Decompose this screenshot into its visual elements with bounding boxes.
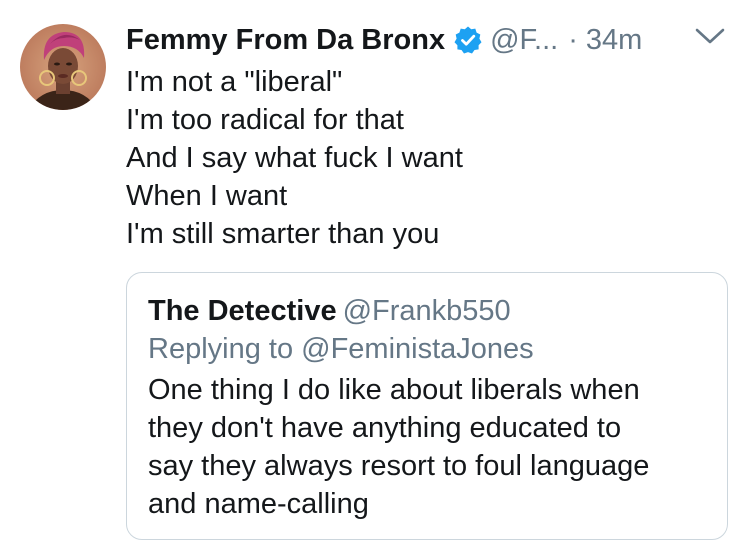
tweet-text-line: I'm too radical for that xyxy=(126,104,404,136)
tweet-header: Femmy From Da Bronx @F... · 34m xyxy=(126,20,642,60)
tweet-text-line: I'm still smarter than you xyxy=(126,218,440,250)
handle[interactable]: @F... xyxy=(490,24,558,57)
tweet-text-line: When I want xyxy=(126,180,288,212)
avatar[interactable] xyxy=(20,24,106,110)
quoted-text-line: they don't have anything educated to xyxy=(148,412,622,444)
timestamp[interactable]: 34m xyxy=(586,24,642,57)
tweet-text-line: And I say what fuck I want xyxy=(126,142,463,174)
quoted-handle: @Frankb550 xyxy=(342,295,511,327)
quoted-tweet-text: One thing I do like about liberals when … xyxy=(148,371,718,523)
separator-dot: · xyxy=(568,23,578,56)
quoted-display-name: The Detective xyxy=(148,295,337,327)
tweet-text-line: I'm not a "liberal" xyxy=(126,66,343,98)
quoted-text-line: say they always resort to foul language xyxy=(148,450,650,482)
tweet-text: I'm not a "liberal" I'm too radical for … xyxy=(126,63,726,253)
quoted-text-line: and name-calling xyxy=(148,488,369,520)
chevron-down-icon[interactable] xyxy=(694,26,726,46)
display-name[interactable]: Femmy From Da Bronx xyxy=(126,24,445,57)
quoted-tweet-header: The Detective @Frankb550 xyxy=(148,295,511,328)
quoted-tweet-card[interactable]: The Detective @Frankb550 Replying to @Fem… xyxy=(126,272,728,540)
verified-badge-icon xyxy=(453,25,483,55)
replying-to: Replying to @FeministaJones xyxy=(148,333,534,365)
quoted-text-line: One thing I do like about liberals when xyxy=(148,374,640,406)
